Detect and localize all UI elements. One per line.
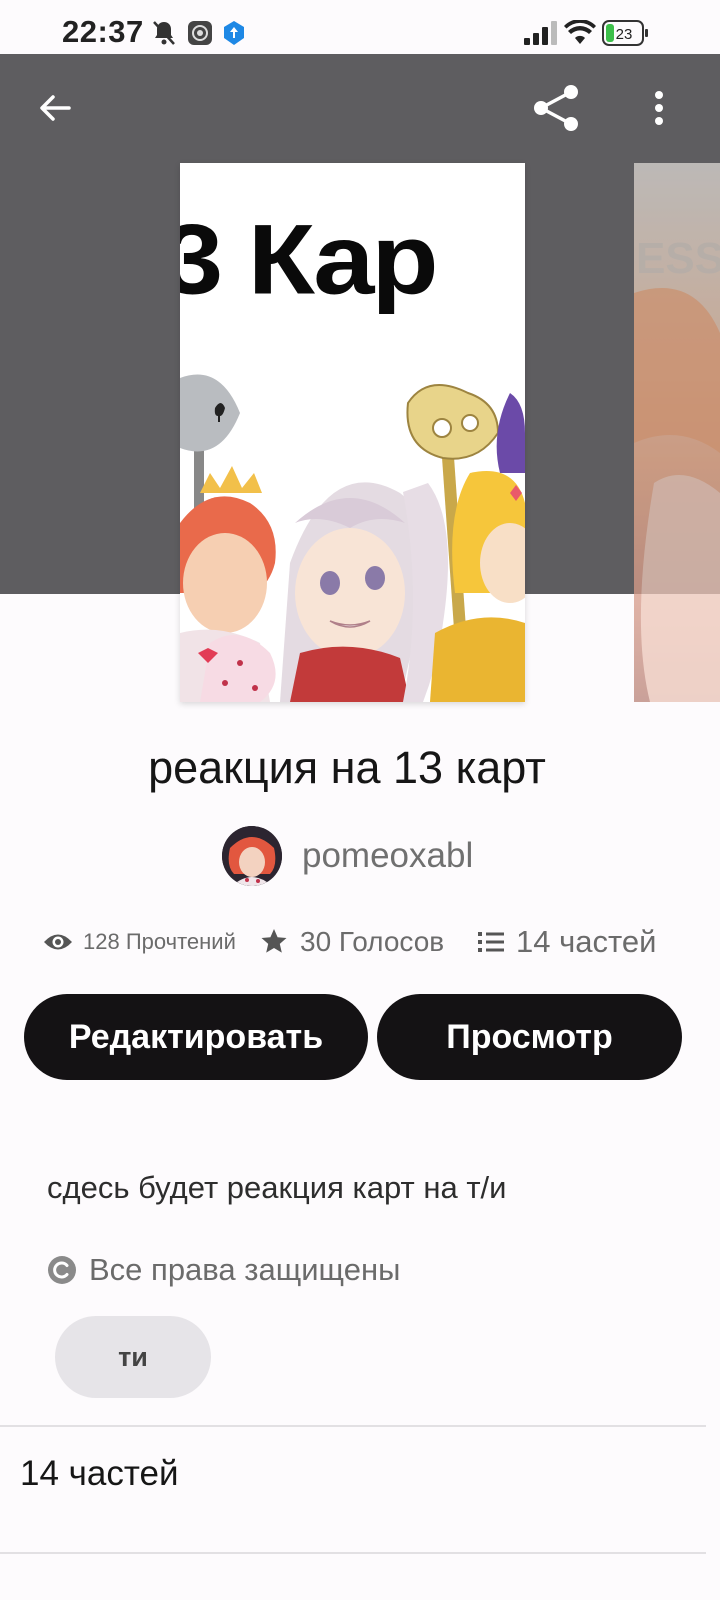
- copyright-label: Все права защищены: [89, 1252, 401, 1287]
- copyright-row: Все права защищены: [47, 1252, 400, 1288]
- arrow-left-icon: [40, 95, 71, 121]
- story-title: реакция на 13 карт: [148, 742, 546, 793]
- battery-level: 23: [616, 26, 633, 43]
- author-name[interactable]: pomeoxabl: [302, 836, 473, 876]
- author-avatar[interactable]: [222, 826, 282, 886]
- divider: [0, 1552, 706, 1554]
- list-icon: [478, 932, 504, 952]
- author-row[interactable]: pomeoxabl: [222, 826, 473, 886]
- parts-count: 14 частей: [516, 924, 657, 959]
- parts-section-title[interactable]: 14 частей: [20, 1454, 179, 1494]
- story-cover[interactable]: 3 Кар: [180, 163, 525, 702]
- app-notification-icon: [187, 20, 213, 51]
- status-bar: 22:37 23: [0, 0, 720, 54]
- parts-stat: 14 частей: [478, 922, 656, 962]
- reads-stat: 128 Прочтений: [43, 922, 236, 962]
- divider: [0, 1425, 706, 1427]
- wifi-icon: [564, 19, 596, 51]
- location-badge-icon: [222, 20, 246, 51]
- star-icon: [261, 929, 287, 953]
- svg-text:ESS: ESS: [636, 234, 720, 283]
- reads-count: 128 Прочтений: [83, 929, 236, 954]
- status-time: 22:37: [62, 14, 144, 49]
- share-icon: [534, 85, 578, 131]
- votes-stat: 30 Голосов: [260, 922, 444, 962]
- edit-button[interactable]: Редактировать: [24, 994, 368, 1080]
- signal-icon: [524, 20, 558, 51]
- eye-icon: [44, 934, 72, 950]
- cover-illustration: [180, 374, 525, 702]
- votes-count: 30 Голосов: [300, 926, 445, 957]
- more-vertical-icon: [655, 91, 663, 125]
- more-options-button[interactable]: [629, 78, 689, 138]
- share-button[interactable]: [526, 78, 586, 138]
- view-button[interactable]: Просмотр: [377, 994, 682, 1080]
- next-cover-preview[interactable]: ESS: [634, 163, 720, 702]
- copyright-icon: [48, 1256, 76, 1284]
- tag-chip[interactable]: ти: [55, 1316, 211, 1398]
- back-button[interactable]: [25, 78, 85, 138]
- mute-bell-icon: [152, 20, 176, 51]
- story-description: сдесь будет реакция карт на т/и: [47, 1170, 507, 1205]
- battery-icon: 23: [602, 19, 650, 52]
- next-cover-illustration: ESS: [634, 234, 720, 702]
